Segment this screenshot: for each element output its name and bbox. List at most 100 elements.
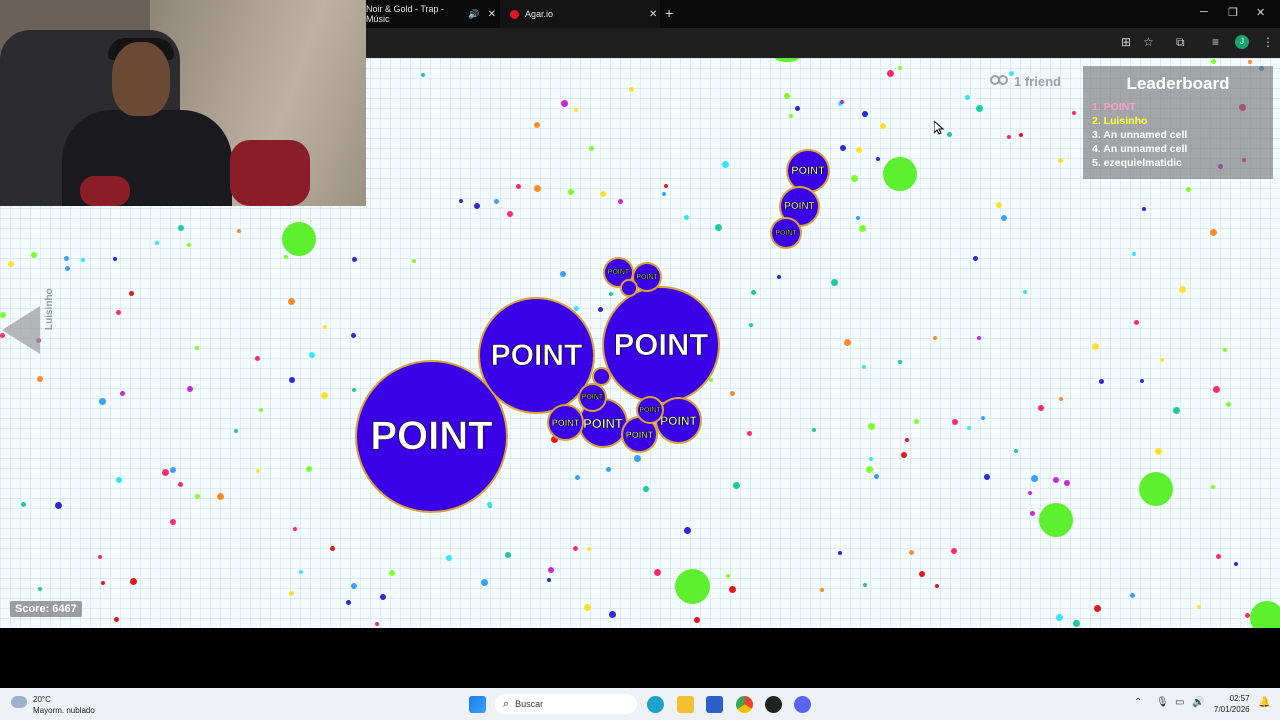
minimize-icon[interactable]: ─ xyxy=(1200,6,1208,18)
weather-cloud-icon[interactable] xyxy=(11,696,27,708)
food-pellet xyxy=(299,570,303,574)
food-pellet xyxy=(351,583,357,589)
food-pellet xyxy=(866,466,873,473)
food-pellet xyxy=(1211,485,1215,489)
food-pellet xyxy=(1007,135,1011,139)
food-pellet xyxy=(898,66,902,70)
network-icon[interactable]: ▭ xyxy=(1175,697,1184,708)
speaker-icon[interactable]: 🔊 xyxy=(468,9,479,20)
taskbar-search[interactable]: ⌕ Buscar xyxy=(495,694,637,714)
food-pellet xyxy=(643,486,649,492)
player-cell: POINT xyxy=(772,219,800,247)
food-pellet xyxy=(321,392,328,399)
chrome-icon[interactable] xyxy=(736,696,753,713)
food-pellet xyxy=(289,377,295,383)
food-pellet xyxy=(178,225,184,231)
food-pellet xyxy=(1099,379,1104,384)
weather-widget[interactable]: 20°C Mayorm. nublado xyxy=(33,694,95,716)
food-pellet xyxy=(863,583,867,587)
more-menu-icon[interactable]: ⋮ xyxy=(1262,35,1274,49)
food-pellet xyxy=(1223,348,1227,352)
food-pellet xyxy=(662,192,666,196)
player-cell: POINT xyxy=(638,398,662,422)
food-pellet xyxy=(8,261,14,267)
food-pellet xyxy=(1092,343,1099,350)
food-pellet xyxy=(352,388,356,392)
player-cell xyxy=(622,281,636,295)
food-pellet xyxy=(840,100,844,104)
food-pellet xyxy=(561,100,568,107)
file-explorer-icon[interactable] xyxy=(677,696,694,713)
food-pellet xyxy=(306,466,312,472)
tab-music[interactable]: Noir & Gold - Trap - Músic 🔊 ✕ xyxy=(366,0,496,28)
food-pellet xyxy=(38,587,42,591)
maximize-icon[interactable]: ❐ xyxy=(1228,6,1238,19)
new-tab-button[interactable]: + xyxy=(665,5,673,21)
media-control-icon[interactable]: ≡ xyxy=(1212,35,1219,49)
food-pellet xyxy=(784,93,790,99)
store-icon[interactable] xyxy=(706,696,723,713)
food-pellet xyxy=(195,346,199,350)
food-pellet xyxy=(869,457,873,461)
food-pellet xyxy=(1094,605,1101,612)
food-pellet xyxy=(905,438,909,442)
food-pellet xyxy=(560,271,566,277)
agario-favicon-icon xyxy=(510,9,519,19)
app-icon[interactable] xyxy=(765,696,782,713)
food-pellet xyxy=(965,95,970,100)
tray-chevron-icon[interactable]: ⌃ xyxy=(1134,697,1142,708)
food-pellet xyxy=(812,428,816,432)
player-cell: POINT xyxy=(480,299,593,412)
food-pellet xyxy=(684,527,691,534)
translate-icon[interactable]: ⊞ xyxy=(1121,35,1131,49)
food-pellet xyxy=(898,360,902,364)
player-cell: POINT xyxy=(634,264,660,290)
profile-avatar[interactable]: J xyxy=(1235,35,1249,49)
taskbar-clock[interactable]: 02:57 7/01/2026 xyxy=(1214,693,1250,715)
close-window-icon[interactable]: ✕ xyxy=(1256,6,1265,19)
food-pellet xyxy=(575,475,580,480)
tab-agario-close-icon[interactable]: ✕ xyxy=(649,9,657,20)
friends-indicator[interactable]: 1 friend xyxy=(990,74,1061,89)
friends-label: 1 friend xyxy=(1014,74,1061,89)
edge-icon[interactable] xyxy=(647,696,664,713)
food-pellet xyxy=(548,567,554,573)
discord-icon[interactable] xyxy=(794,696,811,713)
food-pellet xyxy=(351,333,356,338)
clock-date: 7/01/2026 xyxy=(1214,705,1250,714)
food-pellet xyxy=(507,211,513,217)
food-pellet xyxy=(64,256,69,261)
food-pellet xyxy=(187,243,191,247)
score-display: Score: 6467 xyxy=(10,601,82,617)
food-pellet xyxy=(1019,133,1023,137)
food-pellet xyxy=(573,546,578,551)
food-pellet xyxy=(606,467,611,472)
volume-icon[interactable]: 🔊 xyxy=(1192,697,1204,708)
food-pellet xyxy=(99,398,106,405)
bookmark-star-icon[interactable]: ☆ xyxy=(1143,35,1154,49)
windows-start-icon[interactable] xyxy=(469,696,486,713)
player-cell: POINT xyxy=(357,362,506,511)
food-pellet xyxy=(1216,554,1221,559)
tab-agario[interactable]: Agar.io ✕ xyxy=(500,0,660,28)
tab-music-close-icon[interactable]: ✕ xyxy=(488,9,496,20)
food-pellet xyxy=(65,266,70,271)
food-pellet xyxy=(589,146,594,151)
food-pellet xyxy=(330,546,335,551)
tab-agario-title: Agar.io xyxy=(525,9,554,19)
food-pellet xyxy=(129,291,134,296)
virus xyxy=(675,569,710,604)
food-pellet xyxy=(856,147,862,153)
extensions-icon[interactable]: ⧉ xyxy=(1176,35,1185,50)
microphone-icon[interactable]: 🎙 xyxy=(1156,697,1169,708)
food-pellet xyxy=(323,325,327,329)
food-pellet xyxy=(967,426,971,430)
virus xyxy=(1250,601,1280,628)
weather-temp: 20°C xyxy=(33,695,51,704)
food-pellet xyxy=(178,482,183,487)
food-pellet xyxy=(1028,491,1032,495)
notification-bell-icon[interactable]: 🔔 xyxy=(1258,697,1270,708)
food-pellet xyxy=(609,611,616,618)
food-pellet xyxy=(862,111,868,117)
food-pellet xyxy=(1031,475,1038,482)
